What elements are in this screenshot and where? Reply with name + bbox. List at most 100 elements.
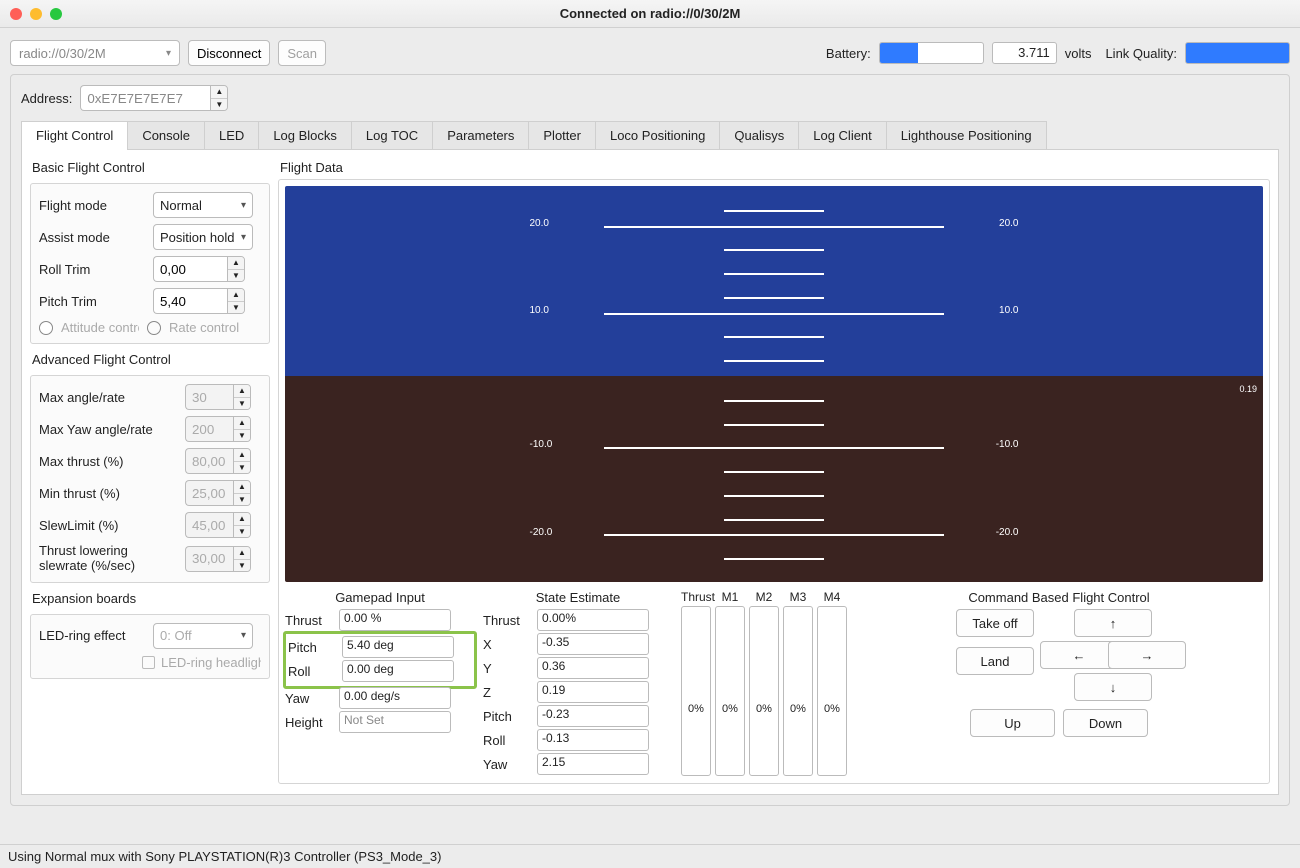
link-quality-meter [1185, 42, 1290, 64]
arrow-left-button[interactable]: ← [1040, 641, 1118, 669]
max-yaw-stepper[interactable]: ▲▼ [185, 416, 251, 442]
expansion-title: Expansion boards [32, 591, 270, 606]
uri-combo[interactable]: radio://0/30/2M ▾ [10, 40, 180, 66]
close-icon[interactable] [10, 8, 22, 20]
m2-meter: 0% [749, 606, 779, 776]
tlsr-stepper[interactable]: ▲▼ [185, 546, 251, 572]
min-thrust-label: Min thrust (%) [39, 486, 179, 501]
state-y: 0.36 [537, 657, 649, 679]
led-effect-select[interactable]: 0: Off▾ [153, 623, 253, 649]
slew-stepper[interactable]: ▲▼ [185, 512, 251, 538]
state-thrust: 0.00% [537, 609, 649, 631]
max-angle-label: Max angle/rate [39, 390, 179, 405]
tab-lighthouse[interactable]: Lighthouse Positioning [887, 121, 1047, 149]
tab-loco-positioning[interactable]: Loco Positioning [596, 121, 720, 149]
pitch-trim-stepper[interactable]: ▲▼ [153, 288, 245, 314]
attitude-radio[interactable] [39, 321, 53, 335]
assist-mode-label: Assist mode [39, 230, 147, 245]
m3-meter: 0% [783, 606, 813, 776]
led-headlight-checkbox[interactable] [142, 656, 155, 669]
spin-up-icon[interactable]: ▲ [211, 86, 227, 99]
motors-col: Thrust M1 M2 M3 M4 0% 0% 0% 0% 0% [681, 590, 847, 776]
spin-down-icon[interactable]: ▼ [211, 99, 227, 111]
tab-qualisys[interactable]: Qualisys [720, 121, 799, 149]
flight-mode-select[interactable]: Normal▾ [153, 192, 253, 218]
tab-log-toc[interactable]: Log TOC [352, 121, 433, 149]
pitch-trim-label: Pitch Trim [39, 294, 147, 309]
gamepad-yaw: 0.00 deg/s [339, 687, 451, 709]
right-column: Flight Data [278, 158, 1270, 784]
advanced-group: Max angle/rate ▲▼ Max Yaw angle/rate ▲▼ … [30, 375, 270, 583]
tab-console[interactable]: Console [128, 121, 205, 149]
state-x: -0.35 [537, 633, 649, 655]
uri-value: radio://0/30/2M [19, 46, 106, 61]
basic-group: Flight mode Normal▾ Assist mode Position… [30, 183, 270, 344]
gamepad-height: Not Set [339, 711, 451, 733]
attitude-label: Attitude control [61, 320, 139, 335]
max-thrust-stepper[interactable]: ▲▼ [185, 448, 251, 474]
advanced-title: Advanced Flight Control [32, 352, 270, 367]
max-thrust-label: Max thrust (%) [39, 454, 179, 469]
max-yaw-label: Max Yaw angle/rate [39, 422, 179, 437]
arrow-up-button[interactable]: ↑ [1074, 609, 1152, 637]
down-button[interactable]: Down [1063, 709, 1148, 737]
tab-parameters[interactable]: Parameters [433, 121, 529, 149]
scan-button[interactable]: Scan [278, 40, 326, 66]
roll-trim-label: Roll Trim [39, 262, 147, 277]
tab-log-client[interactable]: Log Client [799, 121, 887, 149]
top-toolbar: radio://0/30/2M ▾ Disconnect Scan Batter… [0, 28, 1300, 74]
zoom-icon[interactable] [50, 8, 62, 20]
battery-label: Battery: [826, 46, 871, 61]
slew-label: SlewLimit (%) [39, 518, 179, 533]
window-controls [10, 8, 62, 20]
titlebar: Connected on radio://0/30/2M [0, 0, 1300, 28]
max-angle-stepper[interactable]: ▲▼ [185, 384, 251, 410]
led-effect-label: LED-ring effect [39, 628, 147, 643]
disconnect-button[interactable]: Disconnect [188, 40, 270, 66]
tab-plotter[interactable]: Plotter [529, 121, 596, 149]
arrow-right-button[interactable]: → [1108, 641, 1186, 669]
rate-radio[interactable] [147, 321, 161, 335]
thrust-meter: 0% [681, 606, 711, 776]
up-button[interactable]: Up [970, 709, 1055, 737]
basic-title: Basic Flight Control [32, 160, 270, 175]
link-quality-label: Link Quality: [1105, 46, 1177, 61]
roll-trim-stepper[interactable]: ▲▼ [153, 256, 245, 282]
expansion-group: LED-ring effect 0: Off▾ LED-ring headlig… [30, 614, 270, 679]
chevron-down-icon: ▾ [166, 48, 171, 59]
gamepad-thrust: 0.00 % [339, 609, 451, 631]
gamepad-roll: 0.00 deg [342, 660, 454, 682]
flight-mode-label: Flight mode [39, 198, 147, 213]
takeoff-button[interactable]: Take off [956, 609, 1034, 637]
land-button[interactable]: Land [956, 647, 1034, 675]
command-title: Command Based Flight Control [968, 590, 1149, 605]
address-row: Address: ▲▼ [21, 85, 1279, 111]
gamepad-title: Gamepad Input [285, 590, 475, 605]
m1-meter: 0% [715, 606, 745, 776]
tab-log-blocks[interactable]: Log Blocks [259, 121, 352, 149]
address-spinner[interactable]: ▲▼ [80, 85, 228, 111]
gamepad-pitch: 5.40 deg [342, 636, 454, 658]
minimize-icon[interactable] [30, 8, 42, 20]
address-input[interactable] [80, 85, 210, 111]
state-roll: -0.13 [537, 729, 649, 751]
volts-unit: volts [1065, 46, 1092, 61]
flight-data-body: 20.0 20.0 10.0 10.0 -10.0 -10.0 -20.0 -2… [278, 179, 1270, 784]
command-col: Command Based Flight Control Take off La… [855, 590, 1263, 737]
flight-data-title: Flight Data [280, 160, 1270, 175]
tab-body: Basic Flight Control Flight mode Normal▾… [21, 150, 1279, 795]
battery-volts: 3.711 [992, 42, 1057, 64]
arrow-down-button[interactable]: ↓ [1074, 673, 1152, 701]
battery-fill [880, 43, 918, 63]
assist-mode-select[interactable]: Position hold▾ [153, 224, 253, 250]
state-pitch: -0.23 [537, 705, 649, 727]
control-mode-row: Attitude control Rate control [39, 320, 261, 335]
m4-meter: 0% [817, 606, 847, 776]
highlight-box: Pitch5.40 deg Roll0.00 deg [283, 631, 477, 689]
state-title: State Estimate [483, 590, 673, 605]
rate-label: Rate control [169, 320, 239, 335]
tlsr-label: Thrust lowering slewrate (%/sec) [39, 544, 179, 574]
tab-led[interactable]: LED [205, 121, 259, 149]
min-thrust-stepper[interactable]: ▲▼ [185, 480, 251, 506]
tab-flight-control[interactable]: Flight Control [21, 121, 128, 149]
